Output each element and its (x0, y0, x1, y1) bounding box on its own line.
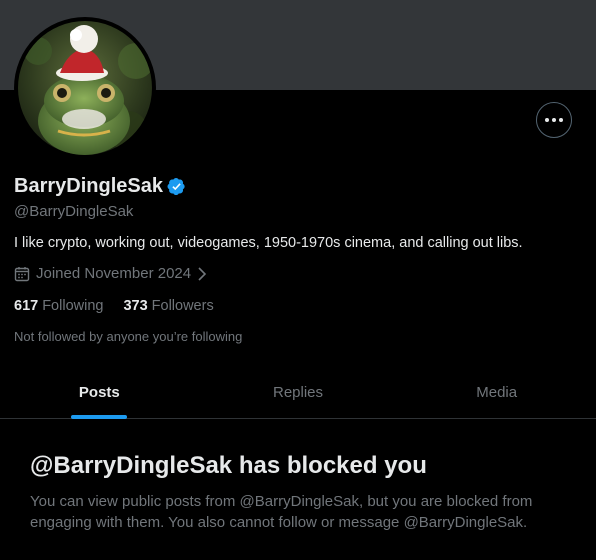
active-tab-indicator (71, 415, 128, 419)
tab-media[interactable]: Media (397, 366, 596, 418)
chevron-right-icon (198, 266, 207, 281)
blocked-description: You can view public posts from @BarryDin… (30, 493, 533, 531)
joined-label: Joined November 2024 (36, 265, 192, 282)
followers-label: Followers (151, 298, 214, 314)
avatar-image (18, 21, 152, 155)
tab-replies[interactable]: Replies (199, 366, 398, 418)
joined-date[interactable]: Joined November 2024 (14, 265, 208, 282)
blocked-title: @BarryDingleSak has blocked you (30, 452, 427, 479)
display-name: BarryDingleSak (14, 175, 163, 197)
following-link[interactable]: 617 Following (14, 298, 103, 314)
handle: @BarryDingleSak (14, 203, 134, 220)
verified-badge-icon[interactable] (167, 177, 186, 196)
profile-tabs: Posts Replies Media (0, 366, 596, 419)
followers-count: 373 (123, 298, 148, 314)
tab-label: Posts (78, 383, 120, 401)
more-options-button[interactable] (536, 102, 572, 138)
tab-label: Media (476, 383, 518, 401)
bio: I like crypto, working out, videogames, … (14, 235, 523, 251)
tab-posts[interactable]: Posts (0, 366, 199, 419)
tab-label: Replies (272, 383, 324, 401)
calendar-icon (14, 266, 30, 281)
more-dot (552, 118, 556, 122)
name-row: BarryDingleSak (14, 175, 186, 198)
more-dot (559, 118, 563, 122)
not-followed-note: Not followed by anyone you’re following (14, 329, 243, 344)
follow-stats: 617 Following 373 Followers (14, 298, 234, 314)
more-dots-icon (545, 118, 549, 122)
avatar[interactable] (14, 17, 156, 159)
following-count: 617 (14, 298, 39, 314)
following-label: Following (42, 298, 104, 314)
followers-link[interactable]: 373 Followers (123, 298, 213, 314)
